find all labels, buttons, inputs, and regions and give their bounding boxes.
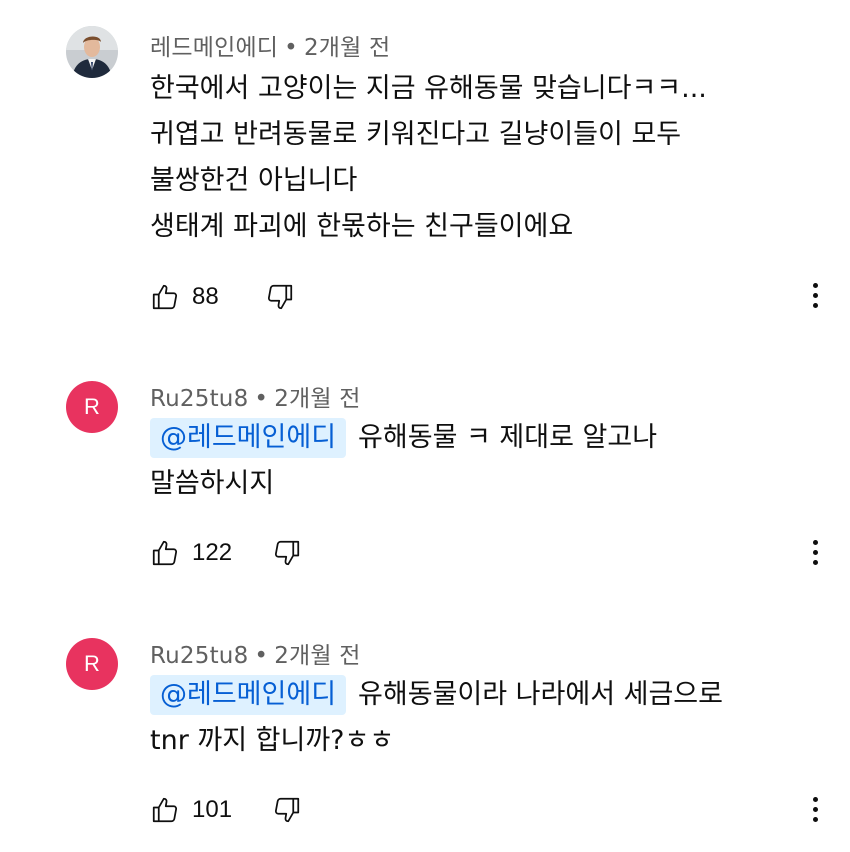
dot bbox=[812, 816, 818, 822]
comment: 레드메인에디 • 2개월 전 한국에서 고양이는 지금 유해동물 맞습니다ㅋㅋ...… bbox=[0, 0, 850, 330]
dot bbox=[812, 559, 818, 565]
dislike-button[interactable] bbox=[272, 795, 302, 825]
comment-line: @레드메인에디 유해동물이라 나라에서 세금으로 bbox=[150, 672, 723, 718]
dot bbox=[812, 806, 818, 812]
like-button[interactable]: 88 bbox=[150, 282, 219, 312]
comment-line: 귀엽고 반려동물로 키워진다고 길냥이들이 모두 bbox=[150, 119, 682, 150]
thumbs-up-icon bbox=[152, 284, 178, 310]
separator-dot: • bbox=[254, 386, 269, 412]
dot bbox=[812, 282, 818, 288]
comment-line: 불쌍한건 아닙니다 bbox=[150, 165, 358, 196]
more-vertical-icon[interactable] bbox=[800, 789, 830, 829]
like-count: 122 bbox=[192, 539, 233, 566]
avatar[interactable]: R bbox=[66, 638, 118, 690]
more-vertical-icon[interactable] bbox=[800, 532, 830, 572]
comment-line: 한국에서 고양이는 지금 유해동물 맞습니다ㅋㅋ... bbox=[150, 73, 707, 104]
comment-meta: Ru25tu8 • 2개월 전 bbox=[150, 636, 361, 670]
author-name[interactable]: Ru25tu8 bbox=[150, 386, 248, 412]
like-count: 88 bbox=[192, 283, 219, 310]
dislike-button[interactable] bbox=[272, 538, 302, 568]
like-button[interactable]: 122 bbox=[150, 538, 232, 568]
comment-reply: R Ru25tu8 • 2개월 전 @레드메인에디 유해동물이라 나라에서 세금으로 … bbox=[0, 622, 850, 852]
comment-meta: Ru25tu8 • 2개월 전 bbox=[150, 379, 361, 413]
thumbs-up-icon bbox=[152, 797, 178, 823]
comment-actions: 122 bbox=[150, 533, 302, 573]
avatar-letter: R bbox=[84, 651, 100, 676]
comment-reply: R Ru25tu8 • 2개월 전 @레드메인에디 유해동물 ㅋ 제대로 알고나 말씀… bbox=[0, 365, 850, 595]
comment-line-text: 유해동물이라 나라에서 세금으로 bbox=[358, 679, 723, 710]
like-count: 101 bbox=[192, 796, 233, 823]
dot bbox=[812, 796, 818, 802]
thumbs-down-icon bbox=[275, 540, 300, 566]
avatar[interactable]: R bbox=[66, 381, 118, 433]
dot bbox=[812, 292, 818, 298]
dislike-button[interactable] bbox=[265, 282, 295, 312]
mention-link[interactable]: @레드메인에디 bbox=[150, 418, 347, 458]
dot bbox=[812, 549, 818, 555]
comment-time[interactable]: 2개월 전 bbox=[274, 386, 360, 412]
like-button[interactable]: 101 bbox=[150, 795, 232, 825]
comment-actions: 101 bbox=[150, 790, 302, 830]
comment-line: 말씀하시지 bbox=[150, 468, 275, 499]
avatar-letter: R bbox=[84, 394, 100, 419]
thumbs-down-icon bbox=[275, 797, 300, 823]
comment-line: 생태계 파괴에 한몫하는 친구들이에요 bbox=[150, 211, 574, 242]
mention-link[interactable]: @레드메인에디 bbox=[150, 675, 347, 715]
separator-dot: • bbox=[254, 643, 269, 669]
comment-line: tnr 까지 합니까?ㅎㅎ bbox=[150, 725, 395, 756]
comment-meta: 레드메인에디 • 2개월 전 bbox=[150, 28, 390, 62]
avatar-photo bbox=[66, 26, 118, 78]
separator-dot: • bbox=[284, 35, 298, 61]
comment-line: @레드메인에디 유해동물 ㅋ 제대로 알고나 bbox=[150, 415, 657, 461]
comment-actions: 88 bbox=[150, 277, 295, 317]
author-name[interactable]: Ru25tu8 bbox=[150, 643, 248, 669]
dot bbox=[812, 302, 818, 308]
comment-text: 한국에서 고양이는 지금 유해동물 맞습니다ㅋㅋ... 귀엽고 반려동물로 키워… bbox=[150, 66, 707, 250]
dot bbox=[812, 539, 818, 545]
comment-time[interactable]: 2개월 전 bbox=[304, 35, 390, 61]
comment-text: @레드메인에디 유해동물이라 나라에서 세금으로 tnr 까지 합니까?ㅎㅎ bbox=[150, 672, 723, 764]
comment-time[interactable]: 2개월 전 bbox=[274, 643, 360, 669]
comment-text: @레드메인에디 유해동물 ㅋ 제대로 알고나 말씀하시지 bbox=[150, 415, 657, 507]
comment-line-text: 유해동물 ㅋ 제대로 알고나 bbox=[358, 422, 658, 453]
thumbs-down-icon bbox=[267, 284, 292, 310]
more-vertical-icon[interactable] bbox=[800, 275, 830, 315]
author-name[interactable]: 레드메인에디 bbox=[150, 35, 278, 61]
thumbs-up-icon bbox=[152, 540, 178, 566]
avatar[interactable] bbox=[66, 26, 118, 78]
